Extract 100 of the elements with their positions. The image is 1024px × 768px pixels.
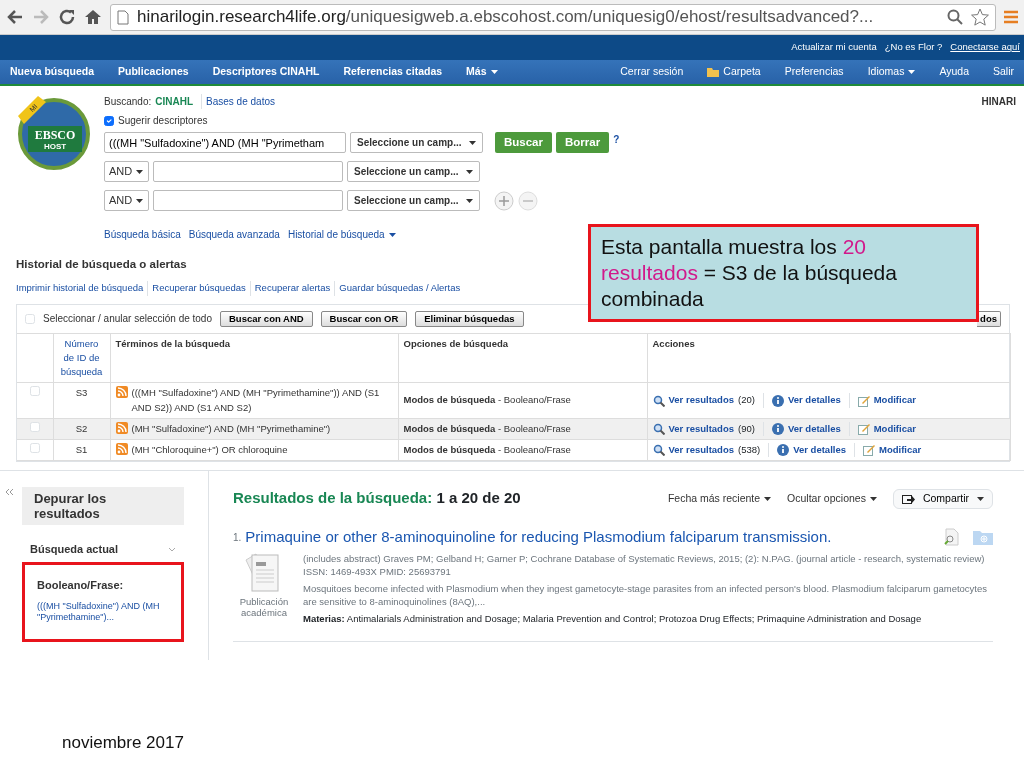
info-icon [777,444,790,457]
view-details-link[interactable]: Ver detalles [762,393,841,408]
suggest-label: Sugerir descriptores [118,114,208,128]
top-link[interactable]: ¿No es Flor ? [884,40,943,55]
remove-row-icon[interactable] [518,190,538,211]
operator-select[interactable]: AND [104,161,149,182]
caret-icon [977,496,984,501]
nav-link[interactable]: Idiomas [867,64,916,80]
search-id: S1 [75,444,88,455]
rss-icon[interactable] [115,386,128,399]
history-link[interactable]: Guardar búsquedas / Alertas [334,281,461,296]
select-all-checkbox[interactable] [25,313,35,324]
chevron-down-icon [168,546,176,553]
result-citation: (includes abstract) Graves PM; Gelband H; Garner P; Cochrane Database of Systematic Reviews, 2015; (2): N.PAG. (journal article - research, systematic review) ISSN: 1469-493X PMID: 25693791 [303,552,986,579]
history-button[interactable]: dos [977,310,1001,327]
modify-link[interactable]: Modificar [848,393,916,408]
reload-icon[interactable] [58,8,76,26]
nav-link[interactable]: Descriptores CINAHL [212,64,320,80]
info-icon [771,422,784,435]
databases-link[interactable]: Bases de datos [201,94,275,109]
search-button[interactable]: Buscar [495,132,552,153]
operator-select[interactable]: AND [104,190,149,211]
search-options: Modos de búsqueda - Booleano/Frase [403,444,571,455]
nav-link[interactable]: Preferencias [784,64,844,80]
edit-icon [863,444,875,457]
history-button[interactable]: Eliminar búsquedas [415,310,524,327]
caret-icon [136,169,144,174]
row-checkbox[interactable] [29,421,40,432]
section-title: Historial de búsqueda o alertas [16,257,187,272]
view-details-link[interactable]: Ver detalles [762,421,841,436]
history-link[interactable]: Recuperar búsquedas [147,281,246,296]
zoom-icon[interactable] [947,9,963,25]
star-icon[interactable] [971,8,989,26]
modify-link[interactable]: Modificar [848,421,916,436]
history-link[interactable]: Recuperar alertas [249,281,331,296]
sort-dropdown[interactable]: Fecha más reciente [667,490,772,507]
history-button[interactable]: Buscar con AND [220,310,313,327]
select-all-label: Seleccionar / anular selección de todo [43,312,212,326]
query-field[interactable] [153,190,343,211]
menu-icon[interactable] [1004,10,1018,24]
forward-icon[interactable] [32,9,50,25]
caret-icon [908,70,916,74]
caret-icon [764,496,772,501]
history-link[interactable]: Imprimir historial de búsqueda [16,281,144,296]
field-select[interactable]: Seleccione un camp... [350,132,483,153]
sidebar-title: Depurar los resultados [22,487,184,526]
mode-label: Booleano/Frase: [37,577,125,593]
login-link[interactable]: Conectarse aquí [950,40,1020,55]
add-to-folder-icon[interactable] [973,529,993,545]
row-checkbox[interactable] [29,386,40,397]
result-number: 1. [233,530,242,545]
view-details-link[interactable]: Ver detalles [768,443,846,458]
modify-link[interactable]: Modificar [854,443,922,458]
share-button[interactable]: Compartir [892,488,993,509]
field-select[interactable]: Seleccione un camp... [347,161,480,182]
nav-link[interactable]: Salir [993,64,1014,80]
view-results-link[interactable]: Ver resultados (20) [652,393,755,408]
field-select[interactable]: Seleccione un camp... [347,190,480,211]
institution-name: HINARI [981,95,1016,109]
search-id: S3 [75,387,88,399]
column-header: Número de ID de búsqueda [59,336,104,379]
add-row-icon[interactable] [494,190,514,211]
query-link[interactable]: (((MH "Sulfadoxine") AND (MH "Pyrimethamine")... [37,601,169,624]
home-icon[interactable] [84,8,102,26]
search-link[interactable]: Búsqueda avanzada [188,227,280,242]
back-icon[interactable] [6,9,24,25]
info-icon [771,394,784,407]
searching-label: Buscando: [104,95,152,109]
search-link[interactable]: Búsqueda básica [104,227,181,242]
rss-icon[interactable] [115,421,128,434]
top-link[interactable]: Actualizar mi cuenta [791,40,877,55]
help-link[interactable]: ? [613,132,620,147]
rss-icon[interactable] [115,443,128,455]
nav-link[interactable]: Carpeta [707,64,761,80]
suggest-checkbox[interactable] [104,115,114,126]
caret-icon [869,496,877,501]
preview-icon[interactable] [943,528,959,546]
view-results-link[interactable]: Ver resultados (538) [652,443,761,458]
column-header: Términos de la búsqueda [115,337,231,349]
result-title[interactable]: Primaquine or other 8-aminoquinoline for reducing Plasmodium falciparum transmission. [245,525,832,549]
query-field[interactable]: (((MH "Sulfadoxine") AND (MH "Pyrimetham [104,132,346,153]
caret-icon [490,70,498,74]
nav-link[interactable]: Más [466,64,498,80]
nav-link[interactable]: Referencias citadas [343,64,443,80]
options-dropdown[interactable]: Ocultar opciones [787,490,877,507]
collapse-icon[interactable] [4,487,14,498]
nav-link[interactable]: Ayuda [939,64,969,80]
column-header: Opciones de búsqueda [403,337,509,349]
search-link[interactable]: Historial de búsqueda [287,227,396,242]
history-button[interactable]: Buscar con OR [320,310,408,327]
nav-link[interactable]: Nueva búsqueda [10,64,95,80]
view-results-link[interactable]: Ver resultados (90) [652,421,755,436]
nav-link[interactable]: Cerrar sesión [620,64,684,80]
result-abstract: Mosquitoes become infected with Plasmodium when they ingest gametocyte-stage parasites from an infected person's blood. Plasmodium falciparum gametocytes are sensitive to 8-aminoquinolines (8AQ),... [303,582,989,609]
row-checkbox[interactable] [29,443,40,453]
query-field[interactable] [153,161,343,182]
search-icon [652,444,665,457]
section-toggle[interactable]: Búsqueda actual [22,541,184,558]
nav-link[interactable]: Publicaciones [118,64,189,80]
clear-button[interactable]: Borrar [556,132,610,153]
